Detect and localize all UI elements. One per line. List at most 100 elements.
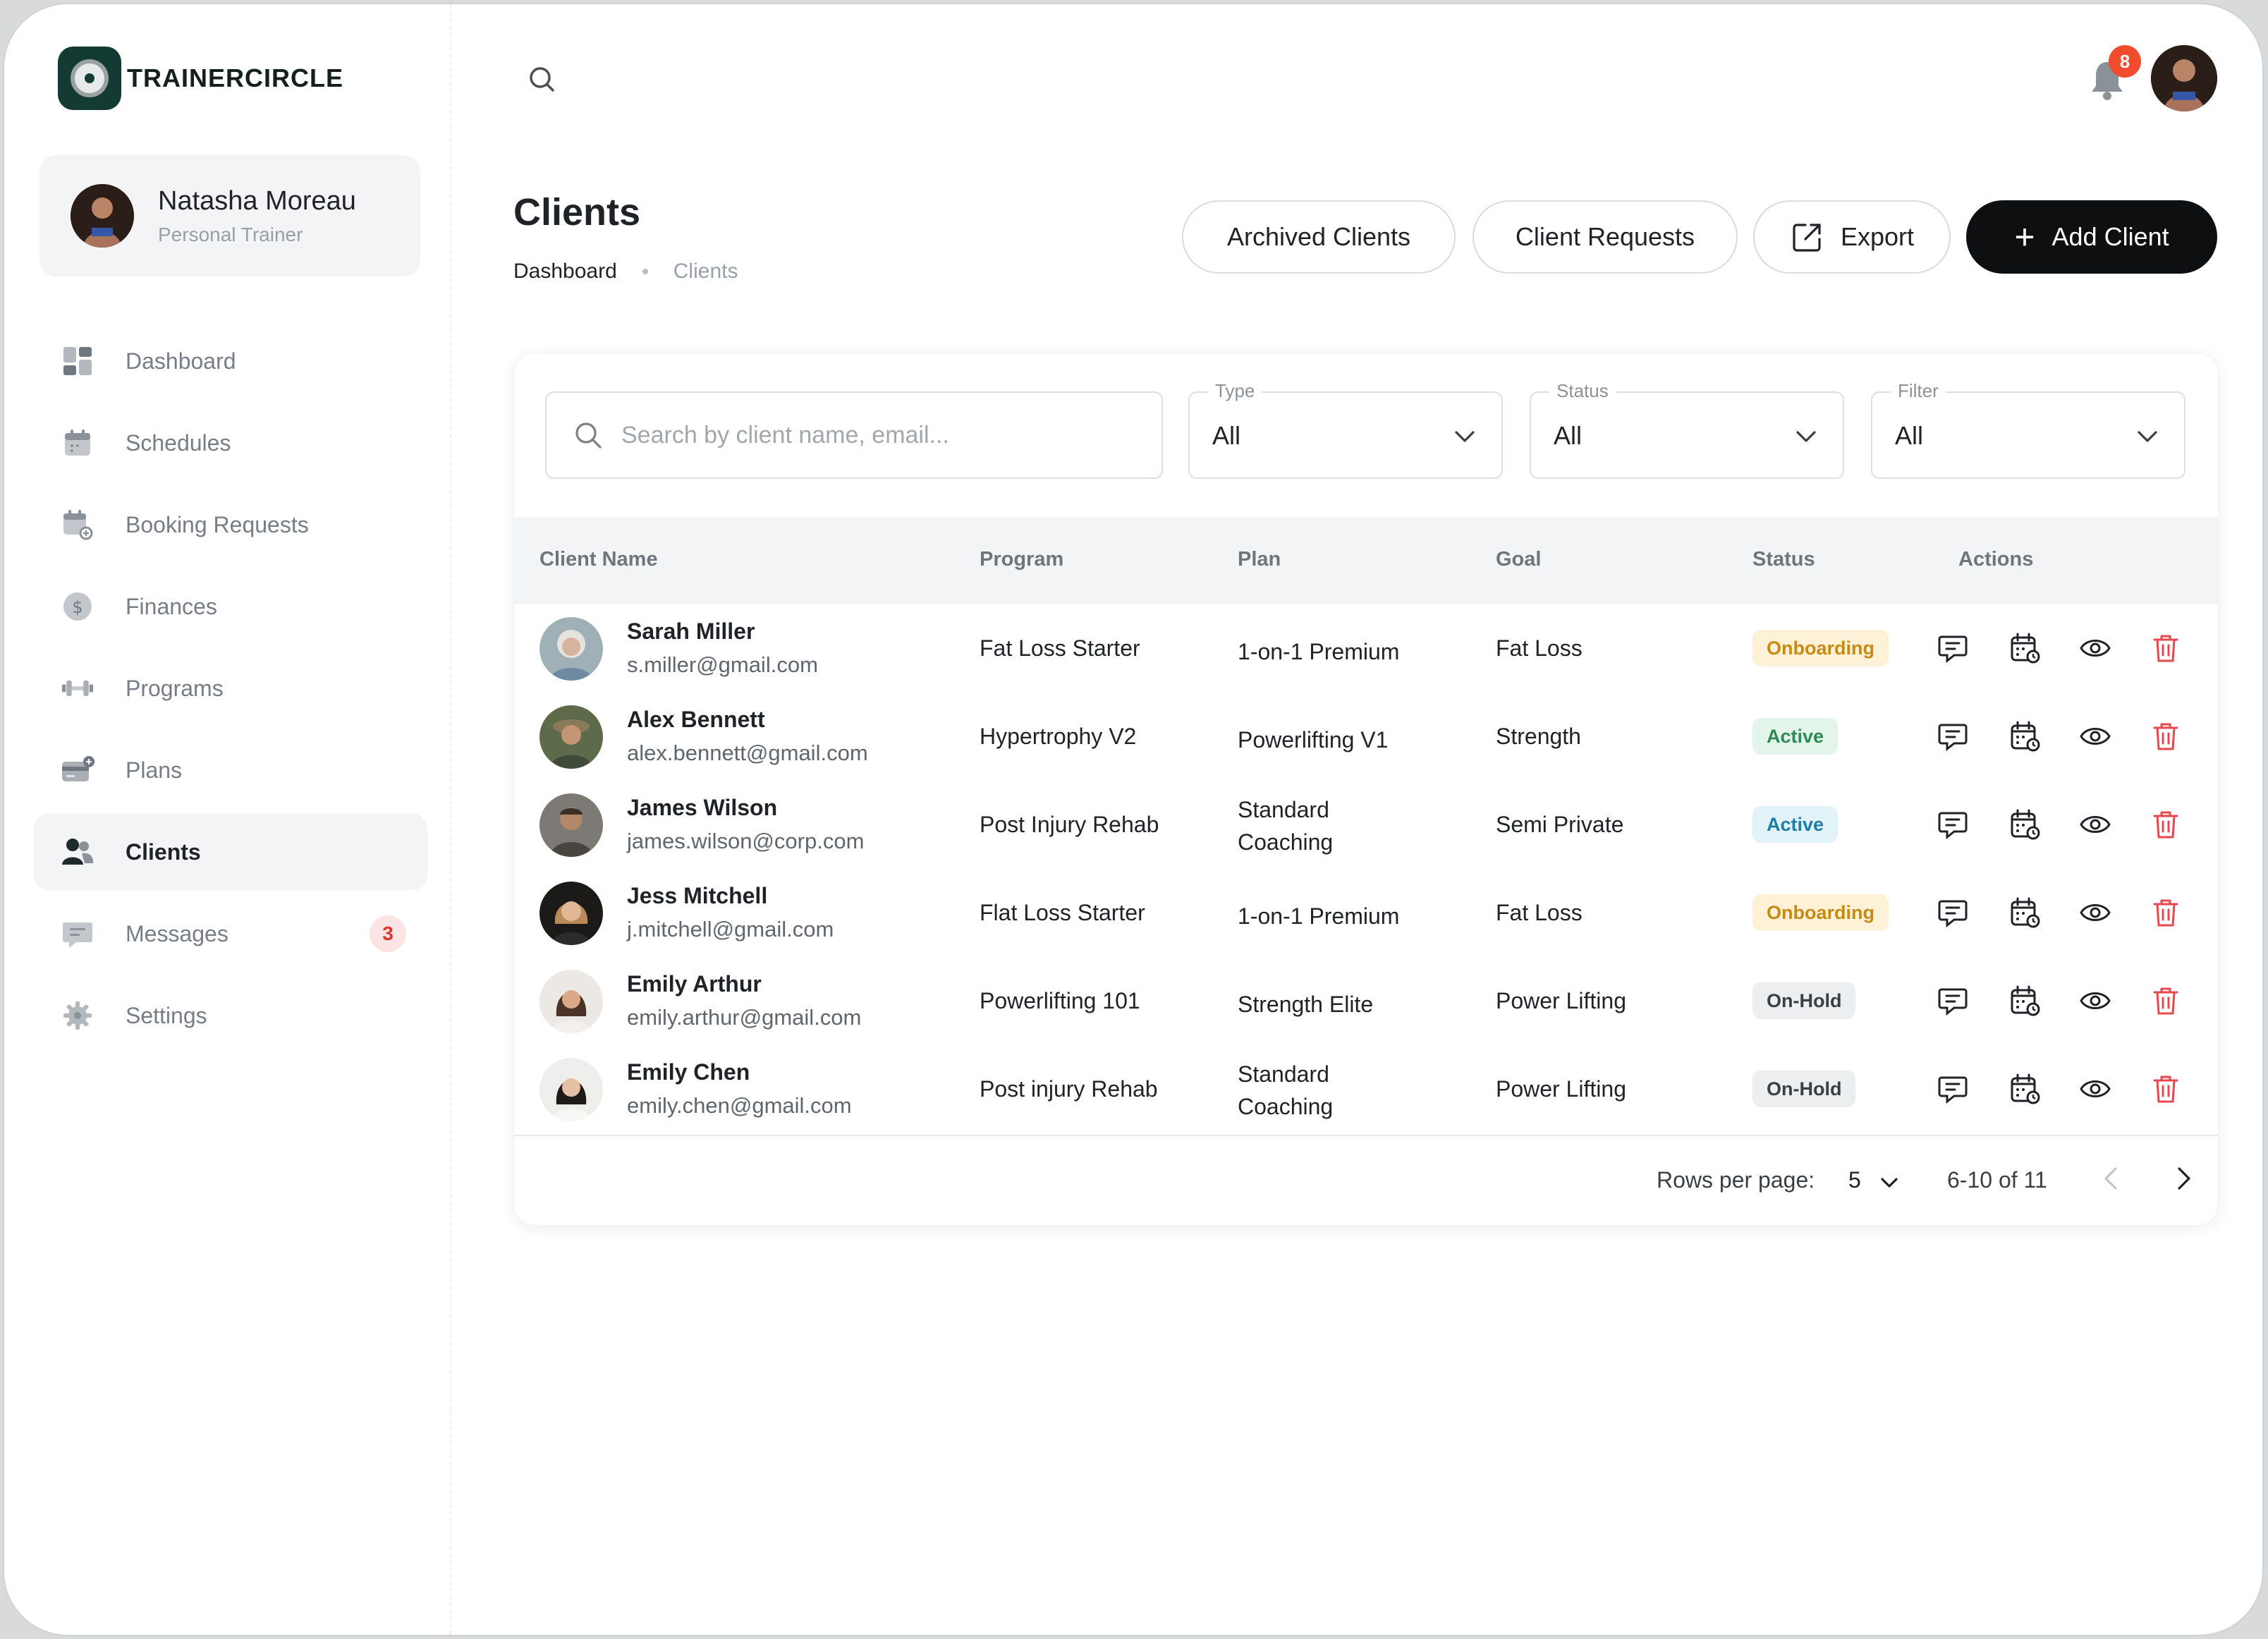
client-name[interactable]: Emily Arthur	[627, 971, 762, 997]
client-plan: Standard Coaching	[1238, 1061, 1334, 1119]
eye-icon[interactable]	[2078, 896, 2112, 930]
column-header[interactable]: Program	[980, 548, 1063, 571]
filter-select[interactable]: Filter All	[1871, 380, 2185, 479]
message-icon[interactable]	[1936, 631, 1970, 665]
eye-icon[interactable]	[2078, 984, 2112, 1018]
avatar	[539, 882, 603, 945]
sidebar-item-booking-requests[interactable]: Booking Requests	[34, 487, 427, 563]
client-name[interactable]: Alex Bennett	[627, 707, 765, 733]
client-program: Flat Loss Starter	[980, 900, 1145, 925]
breadcrumb-separator	[642, 269, 648, 274]
users-icon	[61, 835, 94, 869]
schedule-icon[interactable]	[2008, 719, 2042, 753]
trash-icon[interactable]	[2149, 1072, 2183, 1106]
eye-icon[interactable]	[2078, 808, 2112, 841]
table-row[interactable]: Emily Arthur emily.arthur@gmail.com Powe…	[514, 957, 2218, 1045]
trash-icon[interactable]	[2149, 631, 2183, 665]
eye-icon[interactable]	[2078, 1072, 2112, 1106]
column-header[interactable]: Plan	[1238, 548, 1281, 571]
client-goal: Semi Private	[1496, 812, 1624, 837]
sidebar-item-schedules[interactable]: Schedules	[34, 405, 427, 481]
card-icon	[61, 753, 94, 787]
table-row[interactable]: Sarah Miller s.miller@gmail.com Fat Loss…	[514, 604, 2218, 693]
table-row[interactable]: Jess Mitchell j.mitchell@gmail.com Flat …	[514, 869, 2218, 957]
message-icon[interactable]	[1936, 808, 1970, 841]
schedule-icon[interactable]	[2008, 808, 2042, 841]
avatar[interactable]	[2151, 45, 2217, 111]
client-name[interactable]: James Wilson	[627, 795, 777, 821]
dumbbell-icon	[61, 671, 94, 705]
profile-card[interactable]: Natasha Moreau Personal Trainer	[39, 155, 420, 276]
column-header[interactable]: Status	[1752, 548, 1815, 571]
gear-icon	[61, 999, 94, 1032]
sidebar-item-plans[interactable]: Plans	[34, 732, 427, 808]
export-icon	[1793, 224, 1821, 252]
sidebar-item-label: Dashboard	[126, 348, 236, 374]
sidebar-item-clients[interactable]: Clients	[34, 814, 427, 890]
calendar-icon	[61, 426, 94, 460]
chevron-down-icon[interactable]	[1878, 1171, 1901, 1194]
sidebar-item-settings[interactable]: Settings	[34, 977, 427, 1054]
schedule-icon[interactable]	[2008, 984, 2042, 1018]
search-icon[interactable]	[523, 61, 561, 99]
table-row[interactable]: Alex Bennett alex.bennett@gmail.com Hype…	[514, 693, 2218, 781]
sidebar-item-finances[interactable]: $ Finances	[34, 568, 427, 645]
brand-name: TRAINERCIRCLE	[127, 63, 343, 92]
chevron-right-icon[interactable]	[2167, 1163, 2198, 1194]
trash-icon[interactable]	[2149, 984, 2183, 1018]
filter-select-label: Filter	[1891, 380, 1946, 402]
message-icon[interactable]	[1936, 896, 1970, 930]
sidebar-item-label: Messages	[126, 920, 228, 946]
schedule-icon[interactable]	[2008, 631, 2042, 665]
avatar	[71, 184, 134, 248]
sidebar-item-messages[interactable]: Messages 3	[34, 896, 427, 972]
trash-icon[interactable]	[2149, 719, 2183, 753]
table-row[interactable]: James Wilson james.wilson@corp.com Post …	[514, 781, 2218, 869]
avatar	[539, 617, 603, 681]
table-divider	[514, 1135, 2218, 1136]
add-client-button[interactable]: + Add Client	[1966, 200, 2217, 274]
sidebar-item-programs[interactable]: Programs	[34, 650, 427, 726]
client-email: emily.chen@gmail.com	[627, 1093, 852, 1118]
schedule-icon[interactable]	[2008, 1072, 2042, 1106]
sidebar-item-label: Booking Requests	[126, 511, 309, 537]
client-search[interactable]	[545, 391, 1163, 479]
chevron-left-icon[interactable]	[2097, 1163, 2128, 1194]
schedule-icon[interactable]	[2008, 896, 2042, 930]
breadcrumb-dashboard-link[interactable]: Dashboard	[513, 260, 617, 284]
export-button[interactable]: Export	[1753, 200, 1951, 274]
brand-logo[interactable]: TRAINERCIRCLE	[58, 47, 343, 110]
client-email: j.mitchell@gmail.com	[627, 917, 834, 942]
client-name[interactable]: Emily Chen	[627, 1059, 750, 1085]
trash-icon[interactable]	[2149, 808, 2183, 841]
type-select-label: Type	[1208, 380, 1262, 402]
search-input[interactable]	[620, 420, 1130, 450]
message-icon[interactable]	[1936, 719, 1970, 753]
client-program: Hypertrophy V2	[980, 724, 1137, 749]
column-header[interactable]: Client Name	[539, 548, 658, 571]
client-requests-button[interactable]: Client Requests	[1473, 200, 1738, 274]
filter-select-value: All	[1895, 421, 1924, 450]
avatar	[539, 793, 603, 857]
rows-per-page-select[interactable]: 5	[1848, 1167, 1861, 1193]
status-select[interactable]: Status All	[1530, 380, 1844, 479]
archived-clients-button[interactable]: Archived Clients	[1182, 200, 1456, 274]
client-name[interactable]: Jess Mitchell	[627, 883, 767, 909]
status-badge: On-Hold	[1752, 982, 1856, 1019]
table-row[interactable]: Emily Chen emily.chen@gmail.com Post inj…	[514, 1045, 2218, 1133]
message-icon[interactable]	[1936, 984, 1970, 1018]
trash-icon[interactable]	[2149, 896, 2183, 930]
client-goal: Fat Loss	[1496, 635, 1583, 661]
eye-icon[interactable]	[2078, 719, 2112, 753]
client-program: Powerlifting 101	[980, 988, 1140, 1013]
type-select[interactable]: Type All	[1188, 380, 1503, 479]
client-name[interactable]: Sarah Miller	[627, 619, 755, 645]
table-header: Client Name Program Plan Goal Status Act…	[514, 517, 2218, 604]
column-header[interactable]: Goal	[1496, 548, 1541, 571]
calendar-add-icon	[61, 508, 94, 542]
sidebar-item-dashboard[interactable]: Dashboard	[34, 323, 427, 399]
eye-icon[interactable]	[2078, 631, 2112, 665]
message-icon[interactable]	[1936, 1072, 1970, 1106]
sidebar-item-label: Finances	[126, 593, 217, 619]
search-icon	[575, 422, 602, 449]
